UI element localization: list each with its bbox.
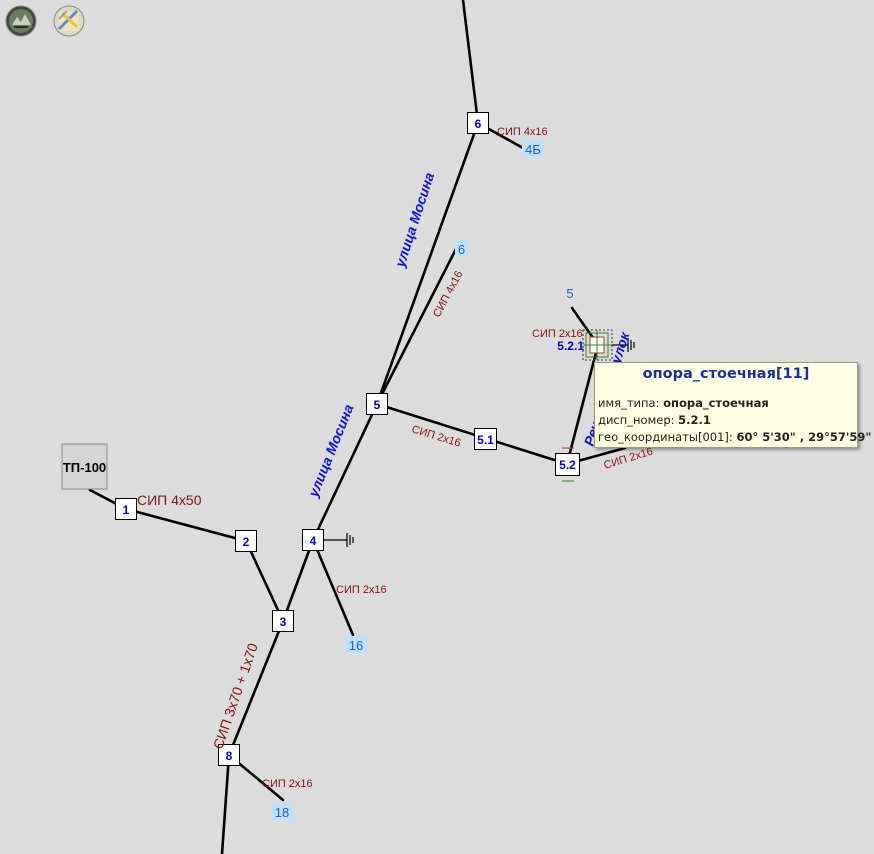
pole-label: 6 (475, 117, 482, 131)
tooltip-key: имя_типа (598, 396, 656, 410)
line-4-3 (281, 538, 315, 623)
tooltip-row-coords: гео_координаты[001]: 60° 5'30" , 29°57'5… (598, 430, 872, 444)
tooltip-key: дисп_номер (598, 413, 671, 427)
pole-node-5-1[interactable]: 5.1 (474, 428, 497, 450)
house-label-4b[interactable]: 4Б (525, 142, 541, 157)
line-2-3 (244, 539, 285, 623)
line-1-2 (124, 507, 248, 543)
pole-label: 5.2 (559, 458, 576, 472)
cable-label: СИП 2х16 (336, 584, 387, 596)
cable-label: СИП 2х16 (602, 446, 654, 472)
line-6h-5 (375, 245, 459, 406)
pole-label: 4 (310, 534, 317, 548)
pole-label: 8 (226, 749, 233, 763)
tooltip-key: гео_координаты[001] (598, 430, 729, 444)
satellite-view-icon (5, 5, 37, 37)
pole-label: 5.2.1 (557, 339, 584, 353)
tooltip-title: опора_стоечная[11] (642, 366, 810, 382)
line-5-52 (375, 402, 569, 466)
cable-label: СИП 4х16 (431, 269, 465, 319)
tooltip-value: 5.2.1 (678, 413, 711, 427)
house-label-6[interactable]: 6 (458, 242, 465, 257)
tooltip-row-number: дисп_номер: 5.2.1 (598, 413, 711, 427)
pole-node-6[interactable]: 6 (467, 112, 489, 134)
tooltip-value: опора_стоечная (663, 396, 769, 410)
pole-info-tooltip: опора_стоечная[11] имя_типа: опора_стоеч… (594, 362, 871, 448)
pole-node-1[interactable]: 1 (115, 498, 137, 520)
map-layer-icon (53, 5, 85, 37)
pole-label: 1 (123, 503, 130, 517)
network-map[interactable]: ТП-100 1 2 3 4 5 5.1 5.2 6 8 5.2.1 4Б 6 … (0, 0, 874, 854)
pole-label: 2 (243, 535, 250, 549)
pole-label: 3 (280, 615, 287, 629)
cable-label: СИП 2х16 (262, 778, 313, 790)
cable-label: СИП 4х50 (137, 492, 202, 508)
ground-icon (323, 533, 354, 547)
pole-node-5[interactable]: 5 (366, 393, 388, 415)
pole-label: 5 (374, 398, 381, 412)
house-label-5[interactable]: 5 (566, 286, 573, 301)
map-layer-button[interactable] (53, 5, 85, 37)
pole-node-5-2[interactable]: 5.2 (555, 447, 580, 482)
tooltip-row-type: имя_типа: опора_стоечная (598, 396, 769, 410)
satellite-view-button[interactable] (5, 5, 37, 37)
line-8-bottom (220, 753, 231, 854)
street-label: улица Мосина (305, 402, 357, 500)
pole-node-2[interactable]: 2 (235, 530, 257, 552)
line-top-6 (461, 0, 480, 125)
substation-label: ТП-100 (63, 460, 106, 475)
house-label-18[interactable]: 18 (275, 805, 289, 820)
cable-label: СИП 2х16 (532, 328, 583, 340)
pole-node-3[interactable]: 3 (272, 610, 294, 632)
substation-tp100[interactable]: ТП-100 (61, 443, 108, 490)
cable-label: СИП 4х16 (497, 126, 548, 138)
house-label-16[interactable]: 16 (349, 638, 363, 653)
tooltip-value: 60° 5'30" , 29°57'59" (736, 430, 872, 444)
pole-label: 5.1 (477, 433, 494, 447)
pole-node-4[interactable]: 4 (302, 529, 324, 551)
